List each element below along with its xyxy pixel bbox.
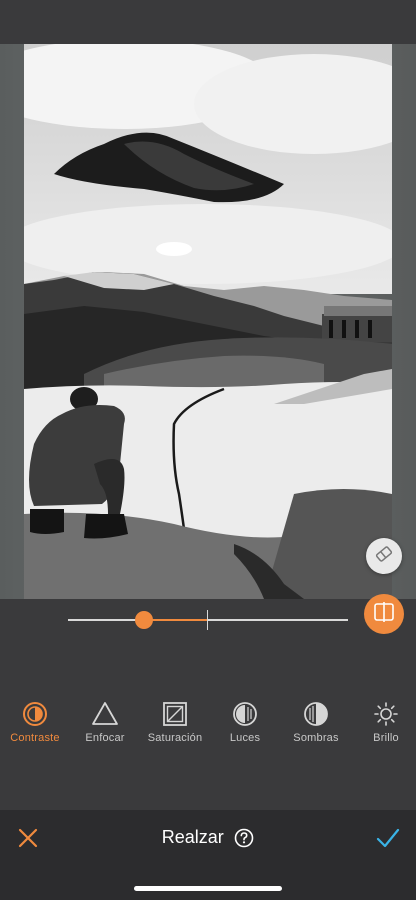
contrast-icon [23,702,47,726]
compare-button[interactable] [364,594,404,634]
compare-icon [373,601,395,628]
screen-title: Realzar [161,827,224,847]
brightness-sun-icon [374,702,398,726]
tool-label: Luces [229,732,261,744]
adjustment-slider[interactable] [68,610,348,630]
tool-brightness[interactable]: Brillo [351,700,416,744]
help-icon[interactable] [234,828,254,848]
tool-sharpen[interactable]: Enfocar [70,700,140,744]
tool-label: Sombras [293,732,339,744]
photo-canvas[interactable] [0,44,416,634]
photo-preview[interactable] [24,44,392,599]
adjustment-toolbar: Contraste Enfocar Saturación Luces Sombr… [0,700,416,750]
sharpen-triangle-icon [92,702,118,725]
slider-fill [143,619,208,621]
tool-highlights[interactable]: Luces [210,700,280,744]
slider-center-mark [207,610,208,630]
confirm-button[interactable] [375,826,401,850]
saturation-icon [163,702,187,726]
tool-saturation[interactable]: Saturación [140,700,210,744]
home-indicator [134,886,282,891]
tool-label: Saturación [147,732,203,744]
eraser-icon [374,544,394,569]
tool-label: Enfocar [85,732,125,744]
tool-contrast[interactable]: Contraste [0,700,70,744]
slider-thumb[interactable] [134,611,153,629]
eraser-button[interactable] [366,538,402,574]
title-area: Realzar [0,827,416,848]
status-bar [0,0,416,44]
tool-label: Contraste [10,732,60,744]
shadows-icon [304,702,328,726]
tool-label: Brillo [373,732,399,744]
slider-track[interactable] [68,619,348,621]
highlights-icon [233,702,257,726]
tool-shadows[interactable]: Sombras [281,700,351,744]
bottom-bar: Realzar [0,810,416,900]
checkmark-icon [376,828,400,848]
